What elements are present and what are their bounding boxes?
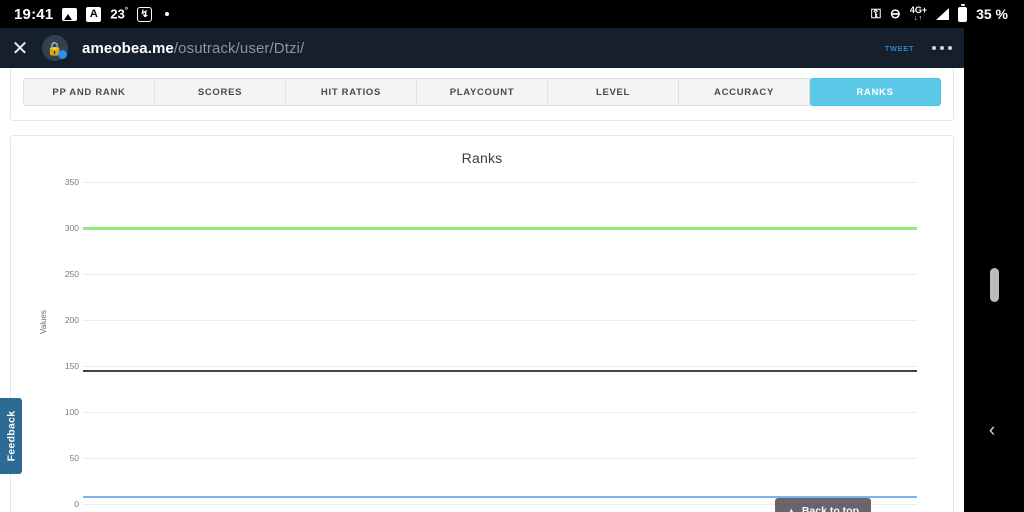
signal-strength-icon <box>936 8 950 20</box>
temperature-indicator: 23° <box>110 6 129 22</box>
gridline <box>83 366 917 367</box>
y-axis-tick: 150 <box>64 361 79 371</box>
chevron-left-icon[interactable]: ‹ <box>982 420 1002 442</box>
tab-scores[interactable]: SCORES <box>155 78 286 106</box>
address-bar[interactable]: ameobea.me/osutrack/user/Dtzi/ <box>82 40 304 57</box>
device-side-gutter: ‹ <box>964 28 1024 512</box>
gridline <box>83 412 917 413</box>
status-bar: 19:41 A 23° ↯ ⚿ ⊖ 4G+ ↓↑ 35 % <box>0 0 1024 28</box>
lock-badge-icon <box>58 50 67 59</box>
url-host: ameobea.me <box>82 39 174 57</box>
battery-icon <box>958 4 968 22</box>
y-axis-tick: 300 <box>64 223 79 233</box>
translate-icon: A <box>86 6 102 22</box>
chart-title: Ranks <box>461 150 503 166</box>
status-bar-right: ⚿ ⊖ 4G+ ↓↑ 35 % <box>871 4 1024 23</box>
scrollbar-thumb[interactable] <box>990 268 999 302</box>
back-to-top-label: Back to top <box>801 505 859 512</box>
chevron-up-icon: ▲ <box>786 506 796 512</box>
screen: 19:41 A 23° ↯ ⚿ ⊖ 4G+ ↓↑ 35 % ✕ 🔒 ameobe… <box>0 0 1024 512</box>
back-to-top-button[interactable]: ▲ Back to top <box>774 498 871 512</box>
battery-percent: 35 % <box>976 6 1008 22</box>
tab-accuracy[interactable]: ACCURACY <box>679 78 810 106</box>
gridline <box>83 182 917 183</box>
tab-bar: PP AND RANK SCORES HIT RATIOS PLAYCOUNT … <box>23 78 941 106</box>
dot-icon <box>165 12 170 16</box>
note-icon: ↯ <box>137 6 153 22</box>
gridline <box>83 320 917 321</box>
chart-card: Ranks Values 050100150200250300350Jul 20… <box>10 135 954 512</box>
y-axis-tick: 350 <box>64 177 79 187</box>
feedback-tab[interactable]: Feedback <box>0 398 22 474</box>
kebab-menu-icon[interactable] <box>920 28 964 68</box>
y-axis-tick: 250 <box>64 269 79 279</box>
clock: 19:41 <box>14 5 54 23</box>
y-axis-tick: 50 <box>69 453 79 463</box>
y-axis-tick: 100 <box>64 407 79 417</box>
page-content: PP AND RANK SCORES HIT RATIOS PLAYCOUNT … <box>0 68 964 512</box>
series-line-a[interactable] <box>83 227 917 230</box>
tab-ranks[interactable]: RANKS <box>810 78 941 106</box>
url-path: /osutrack/user/Dtzi/ <box>173 39 305 57</box>
status-bar-left: 19:41 A 23° ↯ <box>0 5 170 23</box>
feedback-label: Feedback <box>5 410 17 462</box>
photo-icon <box>62 7 78 21</box>
series-line-s[interactable] <box>83 369 917 373</box>
tab-playcount[interactable]: PLAYCOUNT <box>417 78 548 106</box>
chart-plot-area: Values 050100150200250300350Jul 2020Jul … <box>11 174 953 512</box>
gridline <box>83 274 917 275</box>
y-axis-tick: 0 <box>74 499 79 509</box>
tab-level[interactable]: LEVEL <box>548 78 679 106</box>
do-not-disturb-icon: ⊖ <box>889 6 901 21</box>
lock-icon[interactable]: 🔒 <box>42 35 68 61</box>
browser-toolbar: ✕ 🔒 ameobea.me/osutrack/user/Dtzi/ TWEET <box>0 28 964 68</box>
tweet-button[interactable]: TWEET <box>879 41 920 56</box>
tabs-card: PP AND RANK SCORES HIT RATIOS PLAYCOUNT … <box>10 68 954 121</box>
network-type-icon: 4G+ ↓↑ <box>909 5 928 23</box>
y-axis-tick: 200 <box>64 315 79 325</box>
close-icon[interactable]: ✕ <box>0 28 40 68</box>
vpn-key-icon: ⚿ <box>871 6 881 21</box>
tab-hit-ratios[interactable]: HIT RATIOS <box>286 78 417 106</box>
tab-pp-and-rank[interactable]: PP AND RANK <box>23 78 155 106</box>
gridline <box>83 458 917 459</box>
